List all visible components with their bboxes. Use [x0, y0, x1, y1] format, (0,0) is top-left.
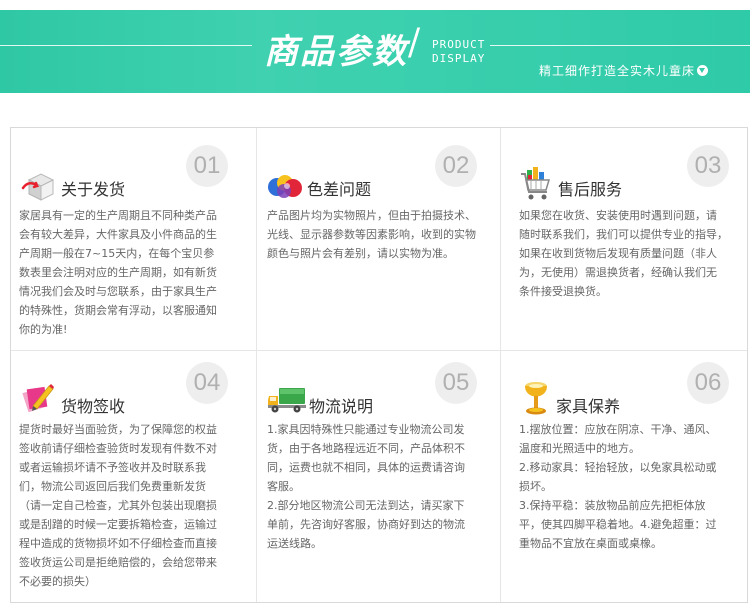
section-title: 家具保养: [556, 397, 621, 416]
body-line: 你的为准!: [19, 323, 68, 336]
section-number: 01: [186, 145, 228, 187]
subtitle-line-1: PRODUCT: [432, 38, 486, 51]
body-line: 如果在收到货物后发现有质量问题（非人: [519, 247, 717, 260]
lamp-icon: [525, 382, 547, 415]
section-number: 04: [186, 362, 228, 404]
body-line: 签收前请仔细检查验货时发现有件数不对: [19, 442, 217, 455]
body-line: 2.移动家具：轻抬轻放，以免家具松动或: [519, 461, 717, 474]
body-line: 1.家具因特殊性只能通过专业物流公司发: [267, 423, 465, 436]
shipping-box-icon: [21, 173, 55, 201]
body-line: 2.部分地区物流公司无法到达，请买家下: [267, 499, 465, 512]
subtitle-line-2: DISPLAY: [432, 52, 486, 65]
body-line: 单前，先咨询好客服，协商好到达的物流: [267, 518, 465, 531]
section-number: 05: [435, 362, 477, 404]
section-body: 1.家具因特殊性只能通过专业物流公司发 货，由于各地路程远近不同，产品体积不 同…: [267, 420, 497, 553]
delivery-truck-icon: [268, 388, 306, 413]
section-body: 1.摆放位置：应放在阴凉、干净、通风、 温度和光照适中的地方。 2.移动家具：轻…: [519, 420, 745, 553]
body-line: 货，由于各地路程远近不同，产品体积不: [267, 442, 465, 455]
body-line: 的特殊性，货期会常有浮动，以客服通知: [19, 304, 217, 317]
header-banner: 商品参数 / PRODUCT DISPLAY 精工细作打造全实木儿童床: [0, 10, 750, 93]
section-body: 提货时最好当面验货，为了保障您的权益 签收前请仔细检查验货时发现有件数不对 或者…: [19, 420, 251, 591]
section-number: 02: [435, 145, 477, 187]
body-line: 客服。: [267, 480, 300, 493]
info-grid: 01 关于发货 家居具有一定的生产周期且不同种类产品 会有较大差异，大件家具及小…: [10, 127, 748, 603]
section-title: 售后服务: [558, 180, 623, 199]
section-title: 关于发货: [61, 180, 126, 199]
body-line: 产品图片均为实物照片，但由于拍摄技术、: [267, 209, 476, 222]
sign-pencil-icon: [22, 384, 54, 413]
body-line: 3.保持平稳：装放物品前应先把柜体放: [519, 499, 706, 512]
section-number: 06: [687, 362, 729, 404]
body-line: 们，物流公司返回后我们免费重新发货: [19, 480, 206, 493]
body-line: 不必要的损失）: [19, 575, 96, 588]
section-body: 家居具有一定的生产周期且不同种类产品 会有较大差异，大件家具及小件商品的生 产周…: [19, 206, 251, 339]
page-title: 商品参数: [264, 32, 408, 72]
body-line: 程中造成的货物损坏如不仔细检查而直接: [19, 537, 217, 550]
body-line: 数表里会注明对应的生产周期，如有新货: [19, 266, 217, 279]
body-line: （请一定自己检查，尤其外包装出现磨损: [19, 499, 217, 512]
body-line: 颜色与照片会有差别，请以实物为准。: [267, 247, 454, 260]
slogan: 精工细作打造全实木儿童床: [539, 62, 709, 79]
body-line: 为，无使用）需退换货者，经确认我们无: [519, 266, 717, 279]
body-line: 签收货运公司是拒绝赔偿的，会给您带来: [19, 556, 217, 569]
body-line: 温度和光照适中的地方。: [519, 442, 640, 455]
section-body: 如果您在收货、安装使用时遇到问题，请 随时联系我们，我们可以提供专业的指导， 如…: [519, 206, 745, 301]
shopping-cart-icon: [521, 167, 551, 200]
body-line: 会有较大差异，大件家具及小件商品的生: [19, 228, 217, 241]
body-line: 或是刮蹭的时候一定要拆箱检查，运输过: [19, 518, 217, 531]
english-subtitle: PRODUCT DISPLAY: [432, 38, 485, 66]
grid-divider-v1: [256, 128, 257, 602]
body-line: 损坏。: [519, 480, 552, 493]
section-body: 产品图片均为实物照片，但由于拍摄技术、 光线、显示器参数等因素影响，收到的实物 …: [267, 206, 497, 263]
body-line: 运送线路。: [267, 537, 322, 550]
body-line: 条件接受退换货。: [519, 285, 607, 298]
section-title: 物流说明: [309, 397, 374, 416]
body-line: 如果您在收货、安装使用时遇到问题，请: [519, 209, 717, 222]
body-line: 家居具有一定的生产周期且不同种类产品: [19, 209, 217, 222]
body-line: 提货时最好当面验货，为了保障您的权益: [19, 423, 217, 436]
banner-divider-left: [0, 45, 252, 46]
banner-divider-right: [490, 45, 750, 46]
body-line: 或者运输损坏请不予签收并及时联系我: [19, 461, 206, 474]
section-title: 色差问题: [307, 180, 372, 199]
section-title: 货物签收: [61, 397, 126, 416]
body-line: 随时联系我们，我们可以提供专业的指导，: [519, 228, 728, 241]
chevron-down-icon: [697, 65, 709, 76]
grid-divider-h: [11, 350, 747, 351]
body-line: 1.摆放位置：应放在阴凉、干净、通风、: [519, 423, 717, 436]
body-line: 同，运费也就不相同，具体的运费请咨询: [267, 461, 465, 474]
section-number: 03: [687, 145, 729, 187]
color-palette-icon: [268, 175, 302, 198]
body-line: 光线、显示器参数等因素影响，收到的实物: [267, 228, 476, 241]
title-slash: /: [408, 22, 421, 63]
body-line: 情况我们会及时与您联系，由于家具生产: [19, 285, 217, 298]
grid-divider-v2: [500, 128, 501, 602]
body-line: 产周期一般在7~15天内，在每个宝贝参: [19, 247, 215, 260]
slogan-text: 精工细作打造全实木儿童床: [539, 64, 696, 78]
body-line: 重物品不宜放在桌面或桌橡。: [519, 537, 662, 550]
body-line: 平，使其四脚平稳着地。4.避免超重：过: [519, 518, 717, 531]
